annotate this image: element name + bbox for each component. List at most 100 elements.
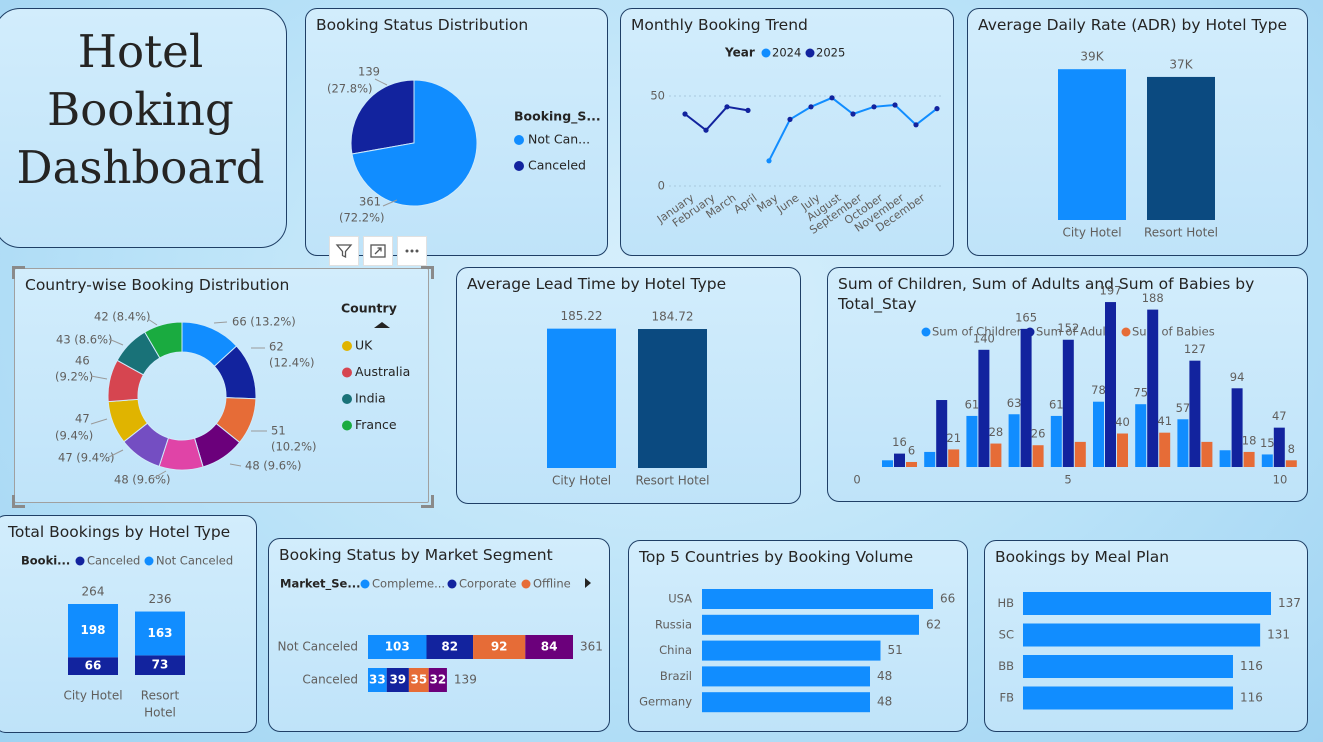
legend-marker[interactable] <box>342 394 352 404</box>
data-point[interactable] <box>871 104 877 110</box>
legend-marker[interactable] <box>342 420 352 431</box>
bar[interactable] <box>638 329 707 468</box>
legend-marker[interactable] <box>521 579 531 589</box>
bar[interactable] <box>1261 454 1273 467</box>
monthly-trend-line-chart[interactable]: 500Year 2024 2025JanuaryFebruaryMarchApril… <box>621 9 954 256</box>
bar[interactable] <box>1189 360 1201 467</box>
bar[interactable] <box>1159 432 1171 467</box>
booking-status-pie-chart[interactable]: 139 (27.8%) 361 (72.2%) Booking_S... Not Can.… <box>306 9 608 256</box>
data-point[interactable] <box>934 106 940 112</box>
bar[interactable] <box>702 692 870 713</box>
legend-marker[interactable] <box>342 341 352 351</box>
legend-marker[interactable] <box>447 579 457 589</box>
selection-handle-tr[interactable] <box>421 266 434 279</box>
bar[interactable] <box>894 453 905 467</box>
bar[interactable] <box>1023 655 1233 678</box>
bar[interactable] <box>1135 404 1147 467</box>
legend-marker[interactable] <box>75 556 85 566</box>
total-by-type-card[interactable]: Total Bookings by Hotel Type Booki... Can… <box>0 515 257 733</box>
legend-marker[interactable] <box>144 556 154 566</box>
data-point[interactable] <box>829 95 835 101</box>
bar[interactable] <box>1177 419 1189 467</box>
data-point[interactable] <box>682 111 688 117</box>
series-line-2024[interactable] <box>768 96 938 162</box>
country-donut-chart[interactable]: 66 (13.2%) 62 (12.4%) 51 (10.2%) 48 (9.6%) 48 … <box>15 269 429 503</box>
legend-marker[interactable] <box>360 579 370 589</box>
data-point[interactable] <box>913 122 919 128</box>
country-dist-card[interactable]: Country-wise Booking Distribution 66 (13… <box>14 268 429 503</box>
focus-mode-icon[interactable] <box>363 236 393 266</box>
legend-marker[interactable] <box>514 135 524 145</box>
data-point[interactable] <box>724 104 730 110</box>
bar[interactable] <box>1032 445 1044 467</box>
bar[interactable] <box>702 589 933 609</box>
top-countries-card[interactable]: Top 5 Countries by Booking Volume USA 66 R… <box>628 540 968 732</box>
guests-clustered-bar-chart[interactable]: Sum of Children Sum of Adults Sum of Babie… <box>828 268 1308 502</box>
bar[interactable] <box>924 451 936 467</box>
top-countries-bar-chart[interactable]: USA 66 Russia 62 China 51 Brazil 48 Germany 48 <box>629 541 968 732</box>
bar[interactable] <box>1273 427 1285 467</box>
bar[interactable] <box>702 640 881 661</box>
bar[interactable] <box>948 449 960 467</box>
bar[interactable] <box>1105 302 1116 467</box>
selection-handle-bl[interactable] <box>12 495 25 508</box>
bar[interactable] <box>1058 69 1126 220</box>
total-by-type-stacked-chart[interactable]: Booki... Canceled Not Canceled 66 198 264 City… <box>0 516 257 733</box>
filter-icon[interactable] <box>329 236 359 266</box>
legend-marker[interactable] <box>514 161 524 171</box>
bar[interactable] <box>1201 441 1213 467</box>
lead-time-card[interactable]: Average Lead Time by Hotel Type 185.22 Ci… <box>456 267 801 504</box>
market-segment-card[interactable]: Booking Status by Market Segment Market_… <box>268 538 610 732</box>
legend-marker[interactable] <box>761 48 771 58</box>
data-point[interactable] <box>703 127 709 133</box>
data-point[interactable] <box>787 116 793 122</box>
bar[interactable] <box>1023 592 1271 615</box>
meal-plan-card[interactable]: Bookings by Meal Plan HB 137 SC 131 BB 116 FB 1… <box>984 540 1308 732</box>
data-point[interactable] <box>766 158 772 164</box>
bar[interactable] <box>1147 309 1159 467</box>
market-segment-stacked-bar-chart[interactable]: Market_Se... Compleme... Corporate Offline N… <box>269 539 610 732</box>
bar[interactable] <box>1285 460 1297 467</box>
bar[interactable] <box>1147 76 1215 220</box>
bar[interactable] <box>978 349 990 467</box>
legend-marker[interactable] <box>805 48 815 58</box>
bar[interactable] <box>1219 450 1231 467</box>
bar[interactable] <box>990 443 1002 467</box>
data-point[interactable] <box>892 102 898 108</box>
adr-bar-chart[interactable]: 39K City Hotel 37K Resort Hotel <box>968 9 1308 256</box>
data-point[interactable] <box>850 111 856 117</box>
bar[interactable] <box>1231 388 1243 467</box>
sort-arrow-icon[interactable] <box>374 322 390 328</box>
bar[interactable] <box>906 461 917 467</box>
bar[interactable] <box>882 460 893 467</box>
selection-handle-tl[interactable] <box>12 266 25 279</box>
data-point[interactable] <box>745 107 751 113</box>
bar[interactable] <box>1050 415 1062 467</box>
more-options-icon[interactable] <box>397 236 427 266</box>
bar[interactable] <box>1093 401 1104 467</box>
bar[interactable] <box>547 328 616 468</box>
bar[interactable] <box>702 666 870 687</box>
adr-card[interactable]: Average Daily Rate (ADR) by Hotel Type 3… <box>967 8 1308 256</box>
legend-marker[interactable] <box>921 327 931 337</box>
bar[interactable] <box>1117 433 1128 467</box>
lead-time-bar-chart[interactable]: 185.22 City Hotel 184.72 Resort Hotel <box>457 268 801 504</box>
series-line-2025[interactable] <box>684 105 749 132</box>
meal-plan-bar-chart[interactable]: HB 137 SC 131 BB 116 FB 116 <box>985 541 1308 732</box>
legend-marker[interactable] <box>342 367 352 378</box>
bar[interactable] <box>966 415 978 467</box>
bar[interactable] <box>1062 339 1074 467</box>
selection-handle-br[interactable] <box>421 495 434 508</box>
bar[interactable] <box>1023 686 1233 710</box>
bar[interactable] <box>1243 451 1255 467</box>
bar[interactable] <box>702 614 919 635</box>
guests-card[interactable]: Sum of Children, Sum of Adults and Sum o… <box>827 267 1308 502</box>
bar[interactable] <box>1008 414 1020 467</box>
booking-status-card[interactable]: Booking Status Distribution 139 (27.8%) 36… <box>305 8 608 256</box>
bar[interactable] <box>1020 328 1032 467</box>
monthly-trend-card[interactable]: Monthly Booking Trend 50 0 Year 2024 2025 Jan… <box>620 8 954 256</box>
data-point[interactable] <box>808 104 814 110</box>
bar[interactable] <box>1074 441 1086 467</box>
legend-next-icon[interactable] <box>585 578 591 588</box>
bar[interactable] <box>1023 623 1261 647</box>
